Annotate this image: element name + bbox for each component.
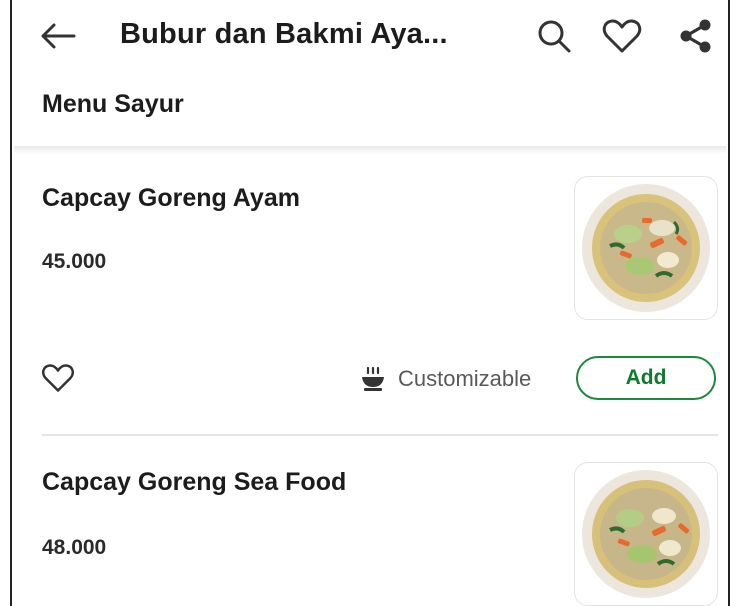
search-button[interactable] (532, 14, 576, 58)
screen-edge-left (0, 0, 12, 606)
bowl-steam-icon (362, 366, 384, 391)
top-app-bar: Bubur dan Bakmi Aya... (14, 0, 726, 72)
section-title: Menu Sayur (42, 90, 184, 118)
food-image[interactable] (574, 176, 718, 320)
food-image[interactable] (574, 462, 718, 606)
item-price: 48.000 (42, 536, 107, 559)
share-icon (680, 19, 711, 53)
favorite-button[interactable] (600, 14, 644, 58)
food-bowl-image (582, 470, 710, 598)
arrow-left-icon (41, 23, 76, 49)
favorite-item-button[interactable] (38, 358, 78, 398)
heart-outline-icon (602, 19, 642, 53)
screen-edge-right (728, 0, 736, 606)
heart-outline-icon (41, 364, 75, 392)
item-name: Capcay Goreng Ayam (42, 184, 300, 212)
item-name: Capcay Goreng Sea Food (42, 468, 347, 496)
search-icon (538, 20, 571, 53)
section-divider (14, 146, 726, 154)
customizable-indicator: Customizable (360, 366, 531, 392)
restaurant-title: Bubur dan Bakmi Aya... (120, 18, 448, 50)
customizable-label: Customizable (398, 366, 532, 391)
menu-item[interactable]: Capcay Goreng Ayam 45.000 Customizable A… (14, 160, 726, 450)
menu-item[interactable]: Capcay Goreng Sea Food 48.000 (14, 450, 726, 606)
food-bowl-image (582, 184, 710, 312)
add-button[interactable]: Add (576, 356, 716, 400)
item-divider (42, 434, 718, 436)
share-button[interactable] (674, 14, 718, 58)
back-button[interactable] (38, 16, 78, 56)
item-price: 45.000 (42, 250, 107, 273)
